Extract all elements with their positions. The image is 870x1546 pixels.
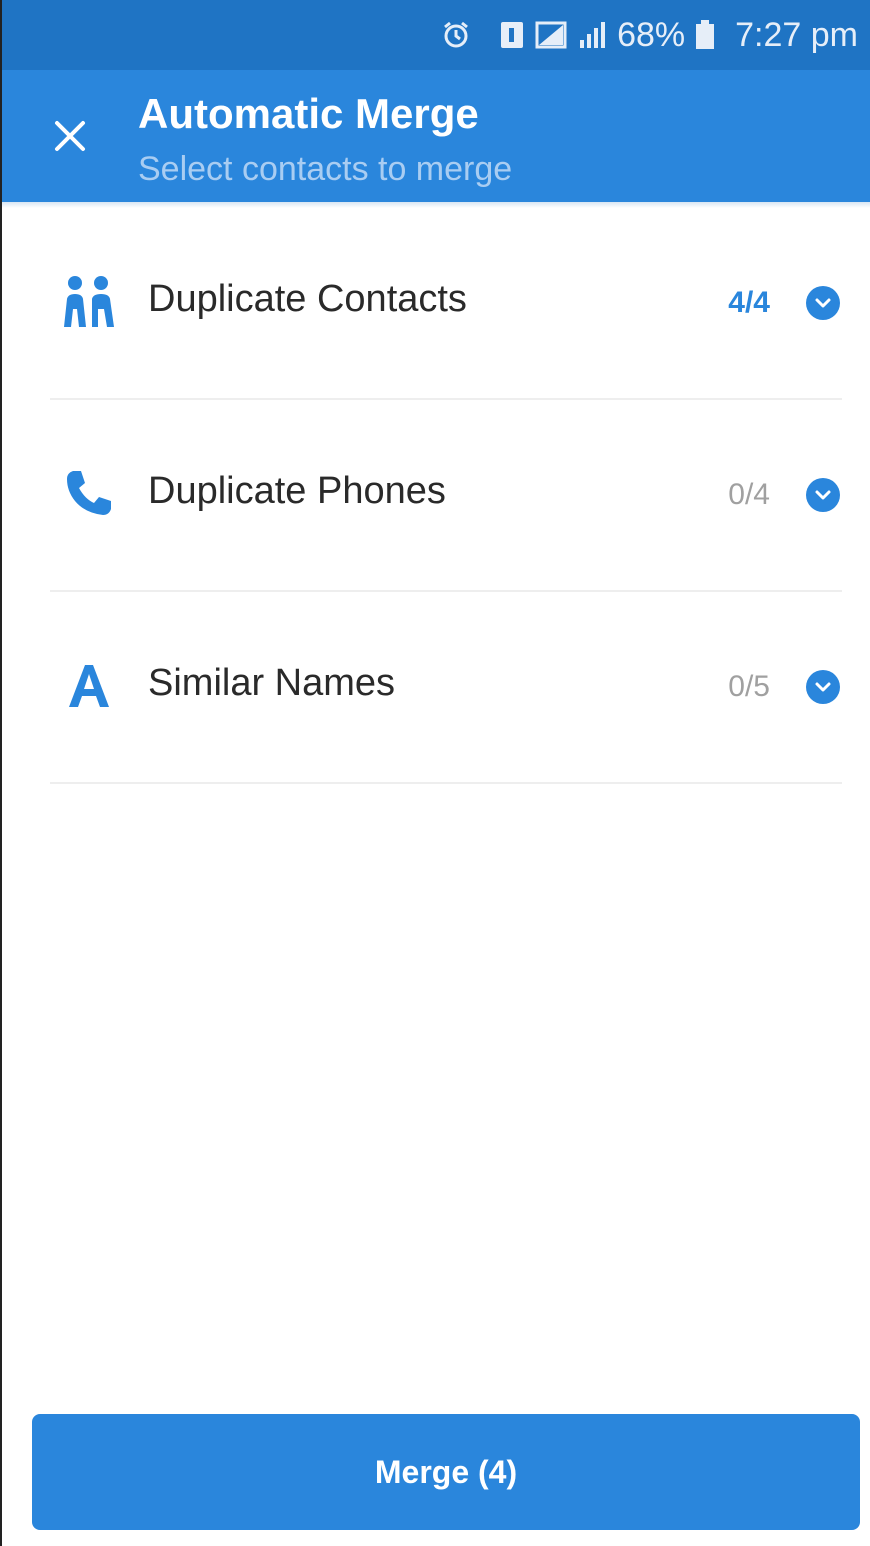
battery-icon	[695, 20, 715, 50]
page-subtitle: Select contacts to merge	[138, 150, 513, 188]
letter-a-icon	[54, 654, 124, 716]
phone-icon	[54, 462, 124, 524]
clock: 7:27 pm	[735, 16, 858, 54]
merge-category-list: Duplicate Contacts 4/4 Duplicate Phones …	[2, 208, 870, 784]
chevron-down-icon[interactable]	[806, 670, 840, 704]
close-icon	[53, 119, 87, 158]
list-item-duplicate-contacts[interactable]: Duplicate Contacts 4/4	[2, 208, 870, 400]
list-item-similar-names[interactable]: Similar Names 0/5	[2, 592, 870, 784]
merge-button[interactable]: Merge (4)	[32, 1414, 860, 1530]
list-item-duplicate-phones[interactable]: Duplicate Phones 0/4	[2, 400, 870, 592]
people-icon	[54, 270, 124, 332]
status-bar: 68% 7:27 pm	[2, 0, 870, 70]
list-item-label: Similar Names	[148, 662, 396, 704]
divider	[50, 782, 842, 784]
selection-count: 4/4	[728, 286, 770, 319]
status-icons: 68% 7:27 pm	[441, 18, 858, 52]
list-item-label: Duplicate Phones	[148, 470, 446, 512]
close-button[interactable]	[40, 108, 100, 168]
signal-icon	[577, 20, 607, 50]
screen: 68% 7:27 pm Automatic Merge Select conta…	[0, 0, 870, 1546]
chevron-down-icon[interactable]	[806, 478, 840, 512]
no-signal-icon	[535, 20, 567, 50]
chevron-down-icon[interactable]	[806, 286, 840, 320]
app-bar: Automatic Merge Select contacts to merge	[2, 70, 870, 202]
battery-percent: 68%	[617, 16, 686, 54]
selection-count: 0/5	[728, 670, 770, 703]
sim-icon	[499, 20, 525, 50]
selection-count: 0/4	[728, 478, 770, 511]
page-title: Automatic Merge	[138, 90, 479, 137]
list-item-label: Duplicate Contacts	[148, 278, 467, 320]
alarm-icon	[441, 20, 471, 50]
